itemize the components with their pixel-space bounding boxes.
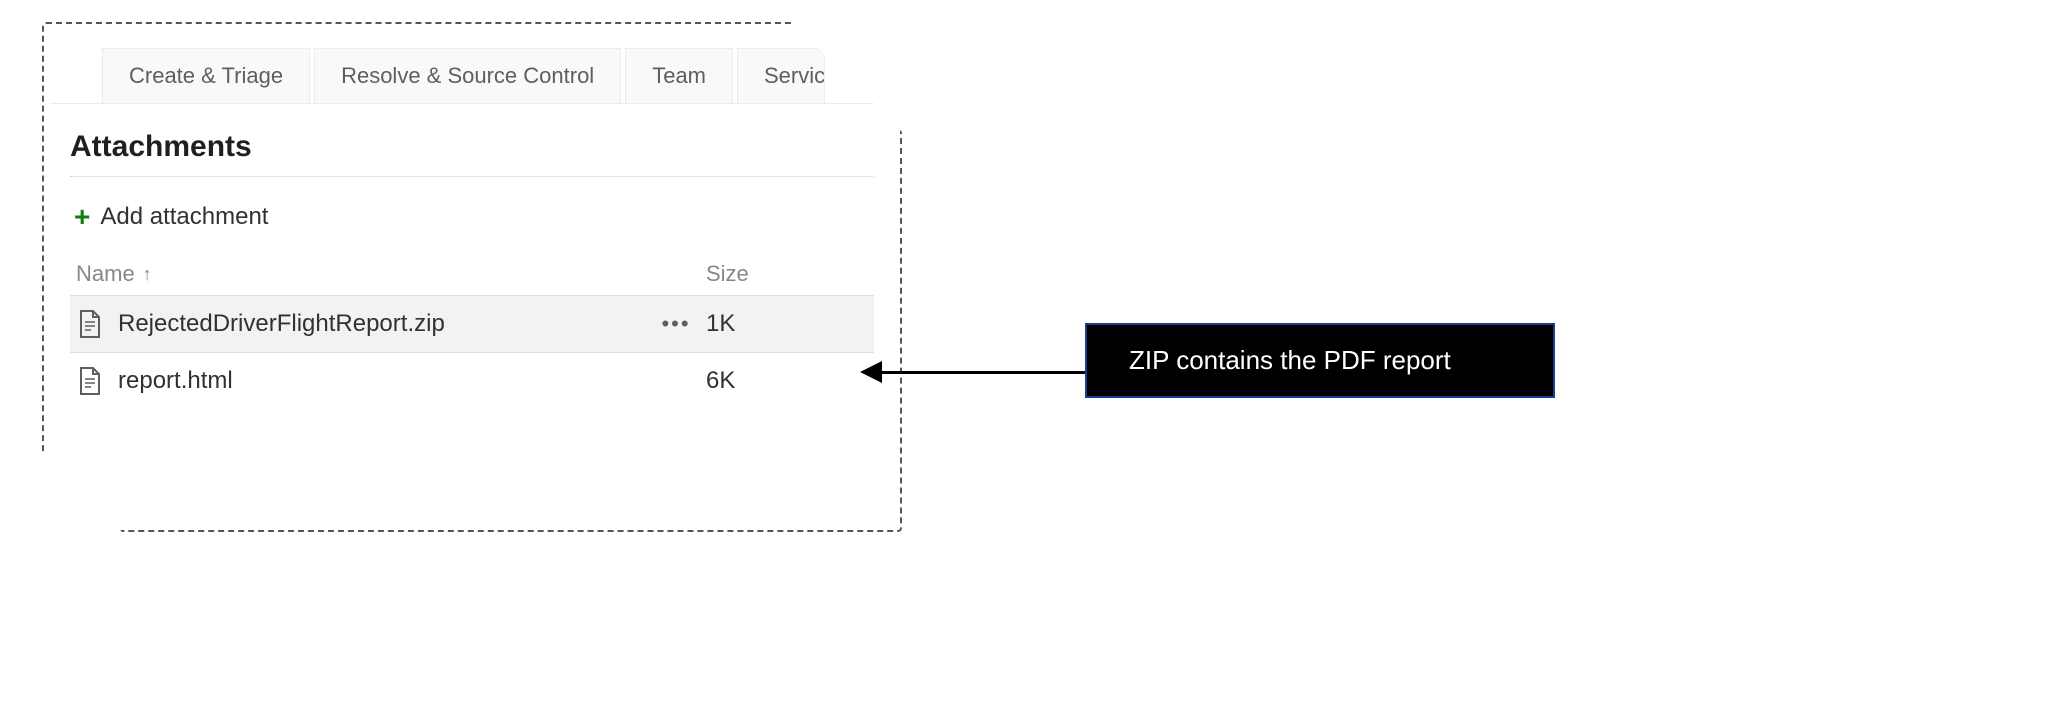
add-attachment-button[interactable]: + Add attachment [70,189,874,253]
column-size-label: Size [706,261,749,286]
tab-label: Resolve & Source Control [341,63,594,88]
column-header-size[interactable]: Size [706,261,826,287]
sort-ascending-icon: ↑ [143,264,152,285]
file-icon [76,310,104,338]
tab-resolve-source-control[interactable]: Resolve & Source Control [314,48,621,103]
file-name: report.html [118,367,646,395]
more-actions-button[interactable]: ••• [646,311,706,337]
tab-servicing[interactable]: Servicing [737,48,825,103]
file-size: 6K [706,367,826,395]
table-row[interactable]: report.html 6K [70,353,874,409]
screenshot-frame: Create & Triage Resolve & Source Control… [42,22,902,532]
file-name: RejectedDriverFlightReport.zip [118,310,646,338]
arrow-left-icon [860,361,882,383]
table-header: Name ↑ Size [70,253,874,295]
file-icon [76,367,104,395]
tab-strip: Create & Triage Resolve & Source Control… [50,30,894,104]
annotation-text: ZIP contains the PDF report [1129,345,1451,375]
column-header-name[interactable]: Name ↑ [76,261,646,287]
plus-icon: + [74,203,90,231]
table-row[interactable]: RejectedDriverFlightReport.zip ••• 1K [70,295,874,353]
tab-team[interactable]: Team [625,48,733,103]
section-title: Attachments [70,130,874,177]
tab-label: Team [652,63,706,88]
column-name-label: Name [76,261,135,287]
add-attachment-label: Add attachment [100,203,268,231]
annotation-callout: ZIP contains the PDF report [1085,323,1555,398]
tab-label: Servicing [764,63,825,88]
annotation-arrow [860,362,1090,382]
file-size: 1K [706,310,826,338]
tab-label: Create & Triage [129,63,283,88]
tab-create-triage[interactable]: Create & Triage [102,48,310,103]
